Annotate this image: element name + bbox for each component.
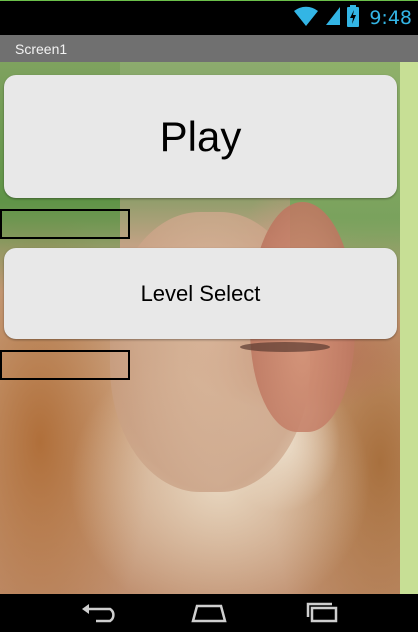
- empty-label-box: [0, 209, 130, 239]
- play-button[interactable]: Play: [4, 75, 397, 198]
- recent-apps-icon: [302, 601, 342, 628]
- screen-title: Screen1: [15, 40, 68, 57]
- phone-screen: 9:48 Screen1 Play Level Select: [0, 0, 418, 632]
- back-icon: [80, 601, 120, 628]
- home-button[interactable]: [187, 601, 231, 627]
- navigation-bar: [0, 594, 418, 632]
- status-time: 9:48: [369, 7, 412, 29]
- battery-charging-icon: [347, 4, 360, 32]
- main-content: Play Level Select: [0, 62, 418, 594]
- home-icon: [189, 601, 229, 628]
- wifi-icon: [293, 5, 319, 32]
- empty-label-box: [0, 350, 130, 380]
- status-bar: 9:48: [0, 0, 418, 35]
- recent-apps-button[interactable]: [300, 601, 344, 627]
- title-bar: Screen1: [0, 35, 418, 62]
- status-icons: 9:48: [293, 4, 412, 32]
- cell-signal-icon: [325, 6, 341, 31]
- level-select-button[interactable]: Level Select: [4, 248, 397, 339]
- back-button[interactable]: [78, 601, 122, 627]
